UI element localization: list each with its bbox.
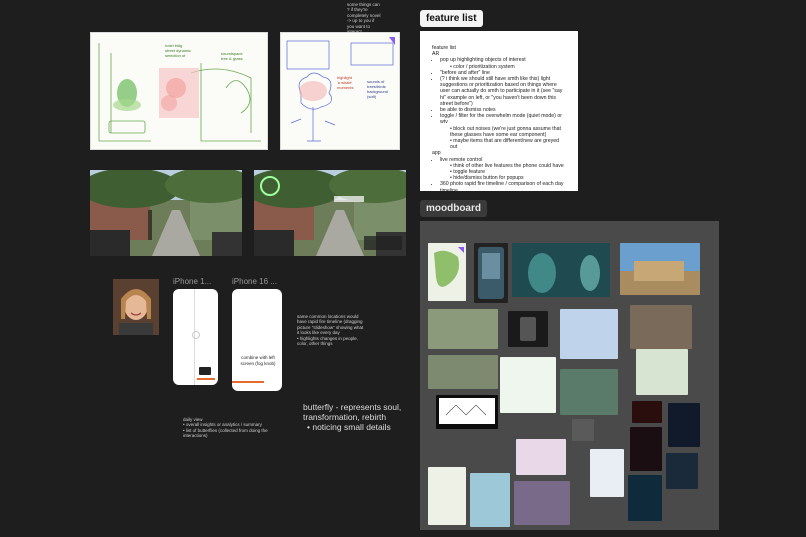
mood-device[interactable] (508, 311, 548, 347)
progress-bar (232, 381, 264, 383)
mood-butterfly-dark[interactable] (630, 427, 662, 471)
list-item: pop up highlighting objects of interest … (440, 57, 566, 69)
mood-phone-app[interactable] (474, 243, 508, 303)
mood-street-ar[interactable] (428, 309, 498, 349)
phone-label-2: iPhone 16 ... (232, 277, 277, 286)
knob-icon[interactable] (192, 331, 200, 339)
sketch-annotation: hotel bldg street dynamic selection of (165, 43, 191, 58)
mood-butterfly-blue[interactable] (590, 449, 624, 497)
mood-diagram-screen[interactable] (436, 395, 498, 429)
progress-bar (197, 378, 215, 380)
timeline-note: same common locations would have rapid f… (297, 314, 377, 346)
sketch-annotation-red: highlight 'a whale' moments (337, 75, 353, 90)
note-line: color, other things (297, 341, 333, 347)
mood-blue-flower[interactable] (628, 475, 662, 521)
butterfly-note: butterfly - represents soul, transformat… (303, 402, 413, 432)
annotation-line: (soft) (367, 94, 377, 99)
mood-phones-green[interactable] (560, 369, 618, 415)
phone-mockup-2[interactable]: combine with left screen (fog knob) (232, 289, 282, 391)
mood-leaf-ui[interactable] (636, 349, 688, 395)
butterfly-bullet: • noticing small details (307, 422, 391, 432)
sketch-street-left[interactable]: hotel bldg street dynamic selection of s… (90, 32, 268, 150)
phone-mockup-1[interactable] (173, 289, 218, 385)
ar-list: pop up highlighting objects of interest … (432, 57, 566, 150)
sketch-annotation-blue: sounds of trees/birds background (soft) (367, 79, 388, 99)
app-list: live remote control • think of other liv… (432, 157, 566, 200)
mood-map-card-2[interactable] (428, 467, 466, 525)
list-item: (? i think we should still have smth lik… (440, 76, 566, 107)
sub-item: • block out noises (we're just gonna ass… (450, 125, 561, 138)
street-photo-render (90, 170, 242, 256)
mood-gallery[interactable] (630, 305, 692, 349)
butterfly-line: butterfly - represents soul, (303, 402, 402, 412)
moodboard-chip[interactable]: moodboard (420, 200, 487, 217)
annotation-line: tree & grass (221, 56, 243, 61)
phone-caption: combine with left screen (fog knob) (240, 355, 276, 366)
phone-label-1: iPhone 1... (173, 277, 212, 286)
sketch-annotation: soundspace tree & grass (221, 51, 243, 61)
moodboard-frame[interactable] (420, 221, 719, 530)
mood-flower-glow[interactable] (668, 403, 700, 447)
toggle-icon[interactable] (199, 367, 211, 375)
sub-item: • maybe items that are different/new are… (450, 138, 559, 151)
mood-butterfly-red[interactable] (632, 401, 662, 423)
mood-ar-scene[interactable] (512, 243, 610, 297)
street-photo-right[interactable] (254, 170, 406, 256)
list-item: 360 photo rapid fire timeline / comparis… (440, 181, 566, 187)
bullet-text: noticing small details (312, 422, 391, 432)
list-item: toggle / filter for the overwhelm mode (… (440, 113, 566, 150)
note-line: • list of butterflies (collected from do… (183, 427, 268, 439)
street-photo-render (254, 170, 406, 256)
mood-map-card[interactable] (428, 243, 466, 301)
mood-colosseum[interactable] (620, 243, 700, 295)
mood-app-screens[interactable] (470, 473, 510, 527)
portrait-render (113, 279, 159, 335)
mood-butterfly-glow[interactable] (666, 453, 698, 489)
daily-view-note: daily view • overall insights or analyti… (183, 417, 293, 439)
mood-map-ui[interactable] (500, 357, 556, 413)
annotation-line: selection of (165, 53, 186, 58)
mood-silhouettes[interactable] (572, 419, 594, 441)
list-item: live remote control • think of other liv… (440, 157, 566, 182)
top-note: some things can ? if they're completely … (347, 2, 407, 34)
annotation-line: moments (337, 85, 354, 90)
feature-list-chip[interactable]: feature list (420, 10, 483, 27)
mood-street-2[interactable] (428, 355, 498, 389)
portrait-photo[interactable] (113, 279, 159, 335)
feature-list-doc[interactable]: feature list AR pop up highlighting obje… (420, 31, 578, 200)
butterfly-line: transformation, rebirth (303, 412, 387, 422)
street-photo-left[interactable] (90, 170, 242, 256)
mood-collage[interactable] (514, 481, 570, 525)
sketch-tree-right[interactable]: highlight 'a whale' moments sounds of tr… (280, 32, 400, 150)
mood-pastel-cards[interactable] (516, 439, 566, 475)
mood-phones-ui[interactable] (560, 309, 618, 359)
